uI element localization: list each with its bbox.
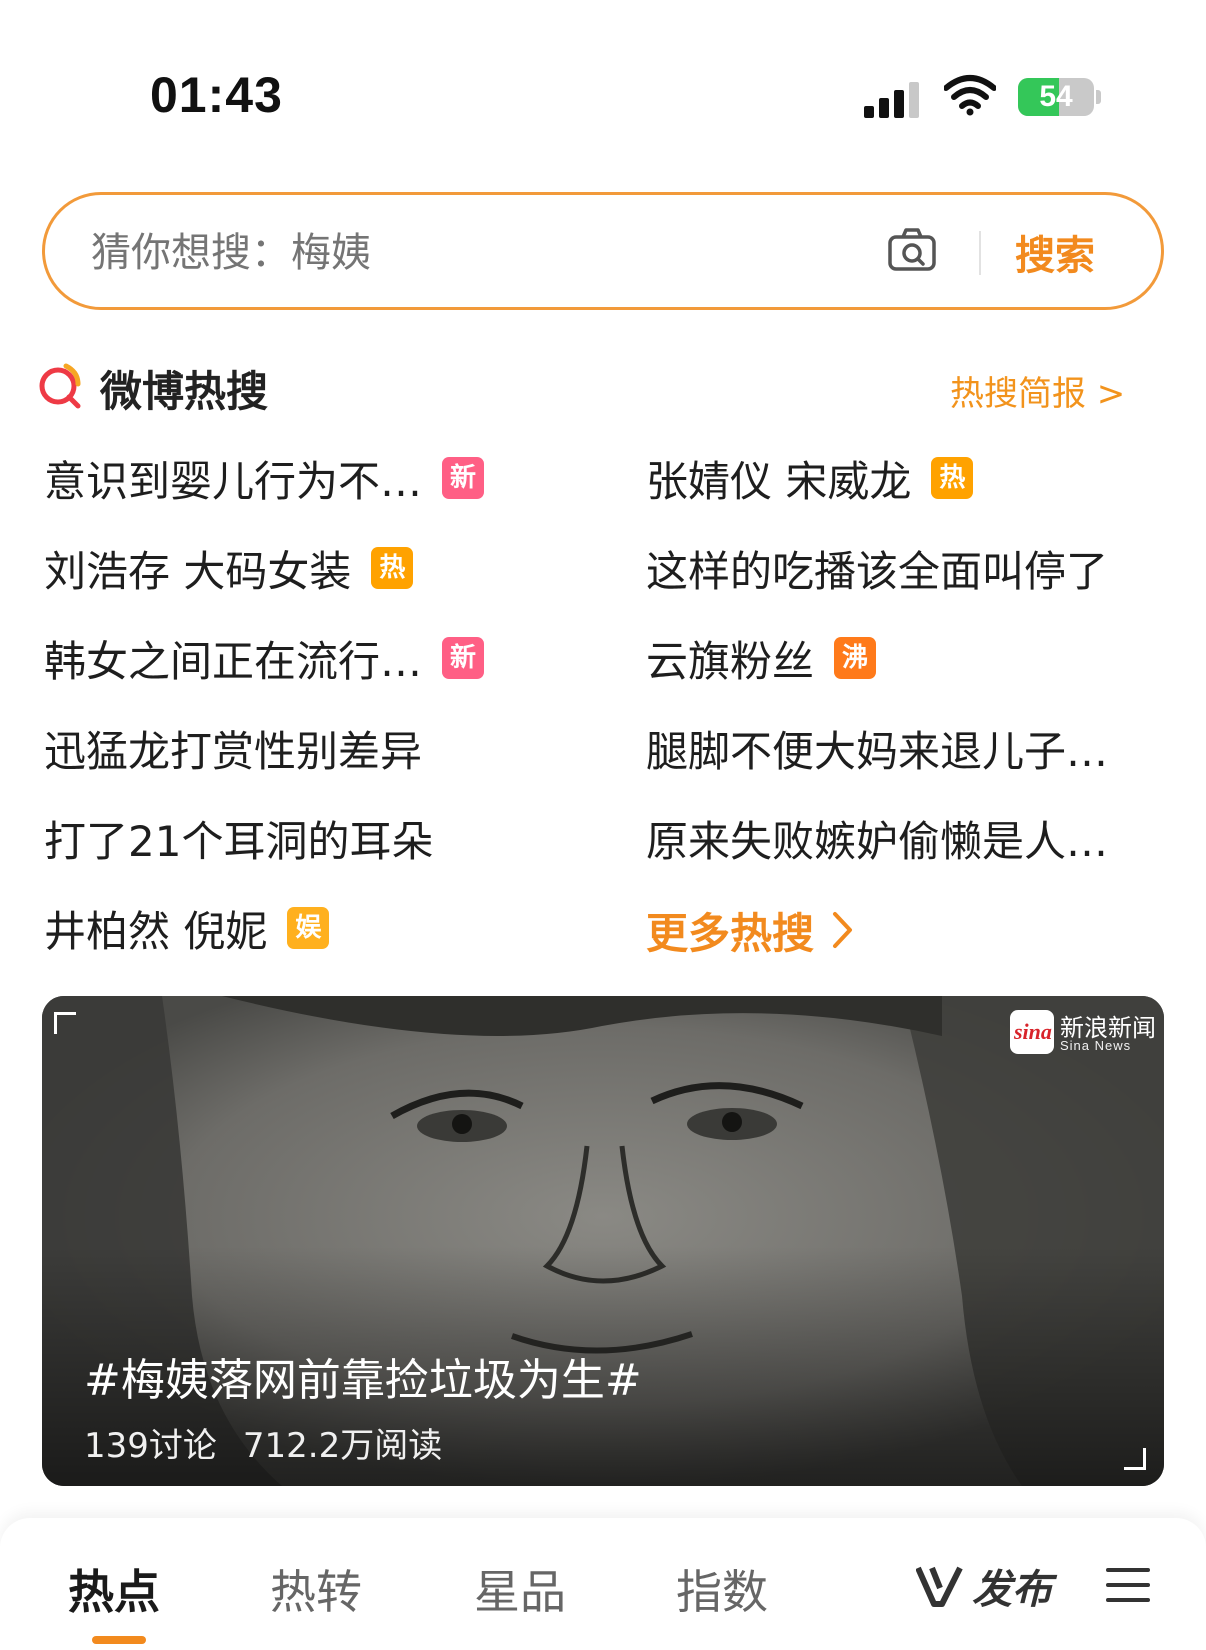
- search-bar: 搜索: [42, 192, 1164, 310]
- hot-search-item-text: 腿脚不便大妈来退儿子…: [646, 726, 1109, 776]
- status-time: 01:43: [150, 67, 283, 123]
- tab-hot[interactable]: 热点: [68, 1556, 160, 1622]
- tab-index[interactable]: 指数: [676, 1556, 768, 1622]
- featured-topic-banner[interactable]: sina 新浪新闻 Sina News #梅姨落网前靠捡垃圾为生# 139讨论 7…: [42, 996, 1164, 1486]
- bottom-tab-bar: 热点 热转 星品 指数 发布: [0, 1518, 1206, 1650]
- battery-cap: [1096, 90, 1101, 104]
- corner-bracket-icon: [54, 1012, 76, 1034]
- more-hot-search-label: 更多热搜: [646, 908, 815, 958]
- hot-search-item-text: 韩女之间正在流行…: [44, 636, 423, 686]
- hot-search-item-text: 打了21个耳洞的耳朵: [44, 816, 434, 866]
- publish-v-icon: [916, 1566, 963, 1607]
- boil-badge: 沸: [834, 637, 877, 679]
- hot-search-item[interactable]: 韩女之间正在流行… 新: [44, 628, 485, 688]
- hot-badge: 热: [931, 457, 974, 499]
- tab-star-products[interactable]: 星品: [474, 1556, 566, 1622]
- banner-stats: 139讨论 712.2万阅读: [84, 1418, 442, 1467]
- hot-search-item[interactable]: 迅猛龙打赏性别差异: [44, 718, 422, 778]
- hot-search-item-text: 井柏然 倪妮: [44, 906, 268, 956]
- search-divider: [979, 231, 981, 275]
- discussion-count: 139讨论: [84, 1426, 217, 1466]
- hot-search-item[interactable]: 腿脚不便大妈来退儿子…: [646, 718, 1108, 778]
- hot-search-item[interactable]: 这样的吃播该全面叫停了: [646, 538, 1108, 598]
- publish-label: 发布: [972, 1567, 1052, 1613]
- new-badge: 新: [442, 637, 485, 679]
- hot-search-item[interactable]: 云旗粉丝 沸: [646, 628, 877, 688]
- corner-bracket-icon: [1124, 1448, 1146, 1470]
- active-tab-indicator: [92, 1636, 146, 1644]
- hot-search-item[interactable]: 张婧仪 宋威龙 热: [646, 448, 974, 508]
- hot-search-item[interactable]: 原来失败嫉妒偷懒是人…: [646, 808, 1108, 868]
- chevron-right-icon: [833, 912, 853, 948]
- menu-icon[interactable]: [1106, 1566, 1150, 1604]
- search-button[interactable]: 搜索: [1015, 223, 1095, 281]
- hot-search-brief-link[interactable]: 热搜简报 >: [950, 366, 1125, 415]
- hot-search-item-text: 这样的吃播该全面叫停了: [646, 546, 1109, 596]
- banner-title: #梅姨落网前靠捡垃圾为生#: [84, 1355, 642, 1406]
- hot-search-item-text: 意识到婴儿行为不…: [44, 456, 423, 506]
- tab-hot-repost[interactable]: 热转: [270, 1556, 362, 1622]
- hot-search-item[interactable]: 井柏然 倪妮 娱: [44, 898, 330, 958]
- hot-search-item-text: 云旗粉丝: [646, 636, 815, 686]
- hot-search-item[interactable]: 意识到婴儿行为不… 新: [44, 448, 485, 508]
- hot-search-title: 微博热搜: [100, 367, 269, 416]
- read-count: 712.2万阅读: [242, 1426, 443, 1466]
- battery-indicator: 54: [1018, 78, 1094, 116]
- hot-search-item-text: 张婧仪 宋威龙: [646, 456, 912, 506]
- battery-percent: 54: [1039, 80, 1073, 113]
- hot-search-item-text: 原来失败嫉妒偷懒是人…: [646, 816, 1109, 866]
- new-badge: 新: [442, 457, 485, 499]
- hot-search-item[interactable]: 打了21个耳洞的耳朵: [44, 808, 433, 868]
- sina-logo: sina: [1010, 1010, 1054, 1054]
- hot-badge: 热: [371, 547, 414, 589]
- cellular-signal-icon: [864, 78, 924, 118]
- entertainment-badge: 娱: [287, 907, 330, 949]
- camera-icon[interactable]: [887, 225, 937, 275]
- publish-button[interactable]: 发布: [916, 1558, 1052, 1614]
- hot-search-item-text: 刘浩存 大码女装: [44, 546, 352, 596]
- hot-search-item-text: 迅猛龙打赏性别差异: [44, 726, 423, 776]
- weibo-hot-search-icon: [39, 363, 81, 409]
- wifi-icon: [944, 75, 996, 116]
- search-input[interactable]: [91, 225, 791, 281]
- source-subtitle: Sina News: [1060, 1038, 1132, 1053]
- hot-search-item[interactable]: 刘浩存 大码女装 热: [44, 538, 414, 598]
- more-hot-search-link[interactable]: 更多热搜: [646, 900, 854, 960]
- status-bar: 01:43 54: [0, 0, 1206, 150]
